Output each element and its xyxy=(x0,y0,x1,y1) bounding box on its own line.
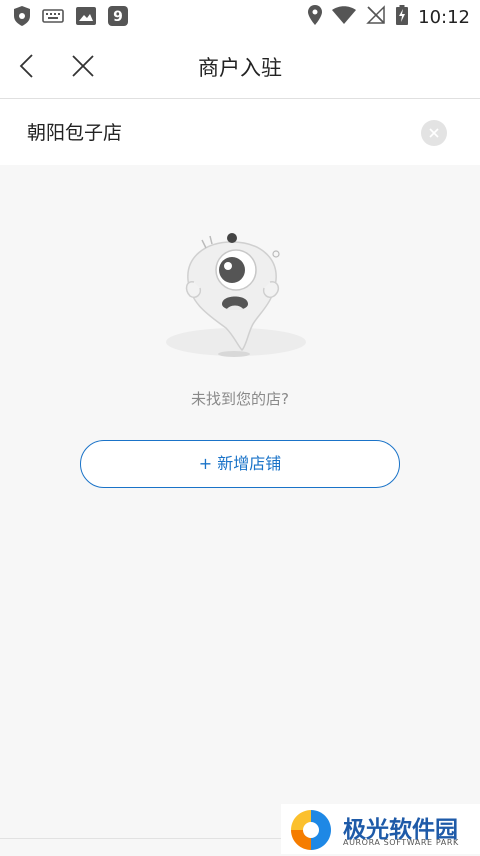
clear-button[interactable] xyxy=(421,120,447,146)
svg-text:9: 9 xyxy=(113,9,123,25)
header: 商户入驻 xyxy=(0,34,480,99)
keyboard-icon xyxy=(42,8,64,28)
empty-message: 未找到您的店? xyxy=(191,390,289,408)
crying-mascot-illustration xyxy=(160,220,320,370)
status-time: 10:12 xyxy=(418,6,470,28)
no-sim-icon xyxy=(366,5,386,29)
watermark-subtitle: AURORA SOFTWARE PARK xyxy=(343,838,459,847)
app-9-icon: 9 xyxy=(108,6,128,30)
image-icon xyxy=(76,7,96,29)
status-bar: 9 10:12 xyxy=(0,0,480,34)
page-title: 商户入驻 xyxy=(198,56,282,80)
location-icon xyxy=(308,5,323,29)
clear-circle-icon xyxy=(421,128,447,150)
search-bar[interactable]: 朝阳包子店 xyxy=(0,99,480,165)
wifi-icon xyxy=(332,6,357,28)
watermark: 极光软件园 AURORA SOFTWARE PARK xyxy=(281,804,480,854)
battery-charging-icon xyxy=(396,5,409,29)
add-store-button[interactable]: + 新增店铺 xyxy=(80,440,400,488)
search-input[interactable]: 朝阳包子店 xyxy=(27,118,122,145)
shield-icon xyxy=(14,6,30,30)
aurora-logo-icon xyxy=(289,808,333,856)
